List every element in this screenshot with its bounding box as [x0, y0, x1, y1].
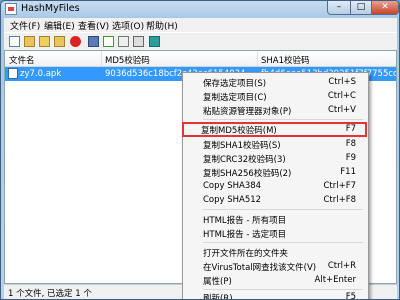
menu-separator	[203, 209, 363, 210]
menuitem-refresh[interactable]: 刷新(R) F5	[185, 291, 366, 299]
add-folder-icon[interactable]	[54, 36, 65, 47]
column-filename[interactable]: 文件名	[9, 54, 35, 66]
window-title: HashMyFiles	[21, 3, 80, 14]
menu-separator	[203, 242, 363, 243]
menuitem-save-selected[interactable]: 保存选定项目(S) Ctrl+S	[185, 76, 366, 89]
menu-options[interactable]: 选项(O)	[112, 19, 144, 32]
menuitem-copy-crc32[interactable]: 复制CRC32校验码(3) F9	[185, 152, 366, 165]
menuitem-html-report-selected[interactable]: HTML报告 - 选定项目	[185, 227, 366, 240]
context-menu: 保存选定项目(S) Ctrl+S 复制选定项目(C) Ctrl+C 粘贴资源管理…	[182, 72, 369, 299]
maximize-button[interactable]: □	[350, 1, 372, 15]
app-icon	[5, 3, 17, 15]
copy-icon[interactable]	[118, 36, 129, 47]
column-md5[interactable]: MD5校验码	[105, 54, 150, 66]
close-button[interactable]: ✕	[371, 1, 399, 15]
apk-file-icon	[8, 68, 18, 79]
menu-help[interactable]: 帮助(H)	[146, 19, 178, 32]
menuitem-copy-sha256[interactable]: 复制SHA256校验码(2) F11	[185, 166, 366, 179]
menu-edit[interactable]: 编辑(E)	[44, 19, 75, 32]
menuitem-virustotal[interactable]: 在VirusTotal网查找该文件(V) Ctrl+R	[185, 260, 366, 273]
title-bar[interactable]: HashMyFiles – □ ✕	[1, 1, 399, 18]
menu-file[interactable]: 文件(F)	[10, 19, 40, 32]
toolbar	[4, 32, 397, 50]
menu-separator	[203, 119, 363, 120]
open-folder-icon[interactable]	[39, 36, 50, 47]
open-file-icon[interactable]	[24, 36, 35, 47]
menuitem-html-report-all[interactable]: HTML报告 - 所有项目	[185, 213, 366, 226]
refresh-icon[interactable]	[103, 36, 114, 47]
menuitem-open-folder[interactable]: 打开文件所在的文件夹	[185, 246, 366, 259]
minimize-button[interactable]: –	[327, 1, 351, 15]
menu-view[interactable]: 查看(V)	[78, 19, 109, 32]
cell-filename: zy7.0.apk	[20, 69, 62, 79]
menuitem-copy-selected[interactable]: 复制选定项目(C) Ctrl+C	[185, 90, 366, 103]
menuitem-copy-md5[interactable]: 复制MD5校验码(M) F7	[182, 122, 367, 137]
properties-icon[interactable]	[133, 36, 144, 47]
menuitem-copy-sha384[interactable]: Copy SHA384 Ctrl+F7	[185, 180, 366, 193]
menuitem-properties[interactable]: 属性(P) Alt+Enter	[185, 274, 366, 287]
delete-icon[interactable]	[70, 36, 81, 47]
menu-bar: 文件(F) 编辑(E) 查看(V) 选项(O) 帮助(H)	[4, 18, 397, 32]
menu-separator	[203, 289, 363, 290]
menuitem-paste-explorer[interactable]: 粘贴资源管理器对象(P) Ctrl+V	[185, 104, 366, 117]
exit-icon[interactable]	[149, 36, 160, 47]
app-window: HashMyFiles – □ ✕ 文件(F) 编辑(E) 查看(V) 选项(O…	[0, 0, 400, 300]
menuitem-copy-sha1[interactable]: 复制SHA1校验码(S) F8	[185, 138, 366, 151]
status-text: 1 个文件, 已选定 1 个	[8, 289, 92, 299]
list-header: 文件名 MD5校验码 SHA1校验码	[5, 51, 396, 67]
save-icon[interactable]	[88, 36, 99, 47]
menuitem-copy-sha512[interactable]: Copy SHA512 Ctrl+F8	[185, 194, 366, 207]
new-file-icon[interactable]	[9, 36, 20, 47]
column-sha1[interactable]: SHA1校验码	[261, 54, 310, 66]
